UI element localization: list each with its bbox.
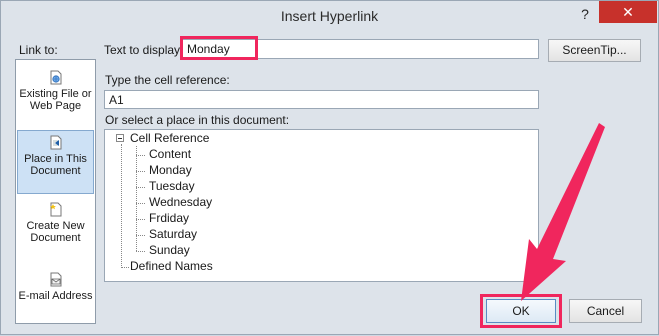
annotation-arrow-icon — [521, 123, 605, 301]
insert-hyperlink-dialog: Insert Hyperlink ? ✕ Link to: Existing F… — [0, 0, 659, 335]
